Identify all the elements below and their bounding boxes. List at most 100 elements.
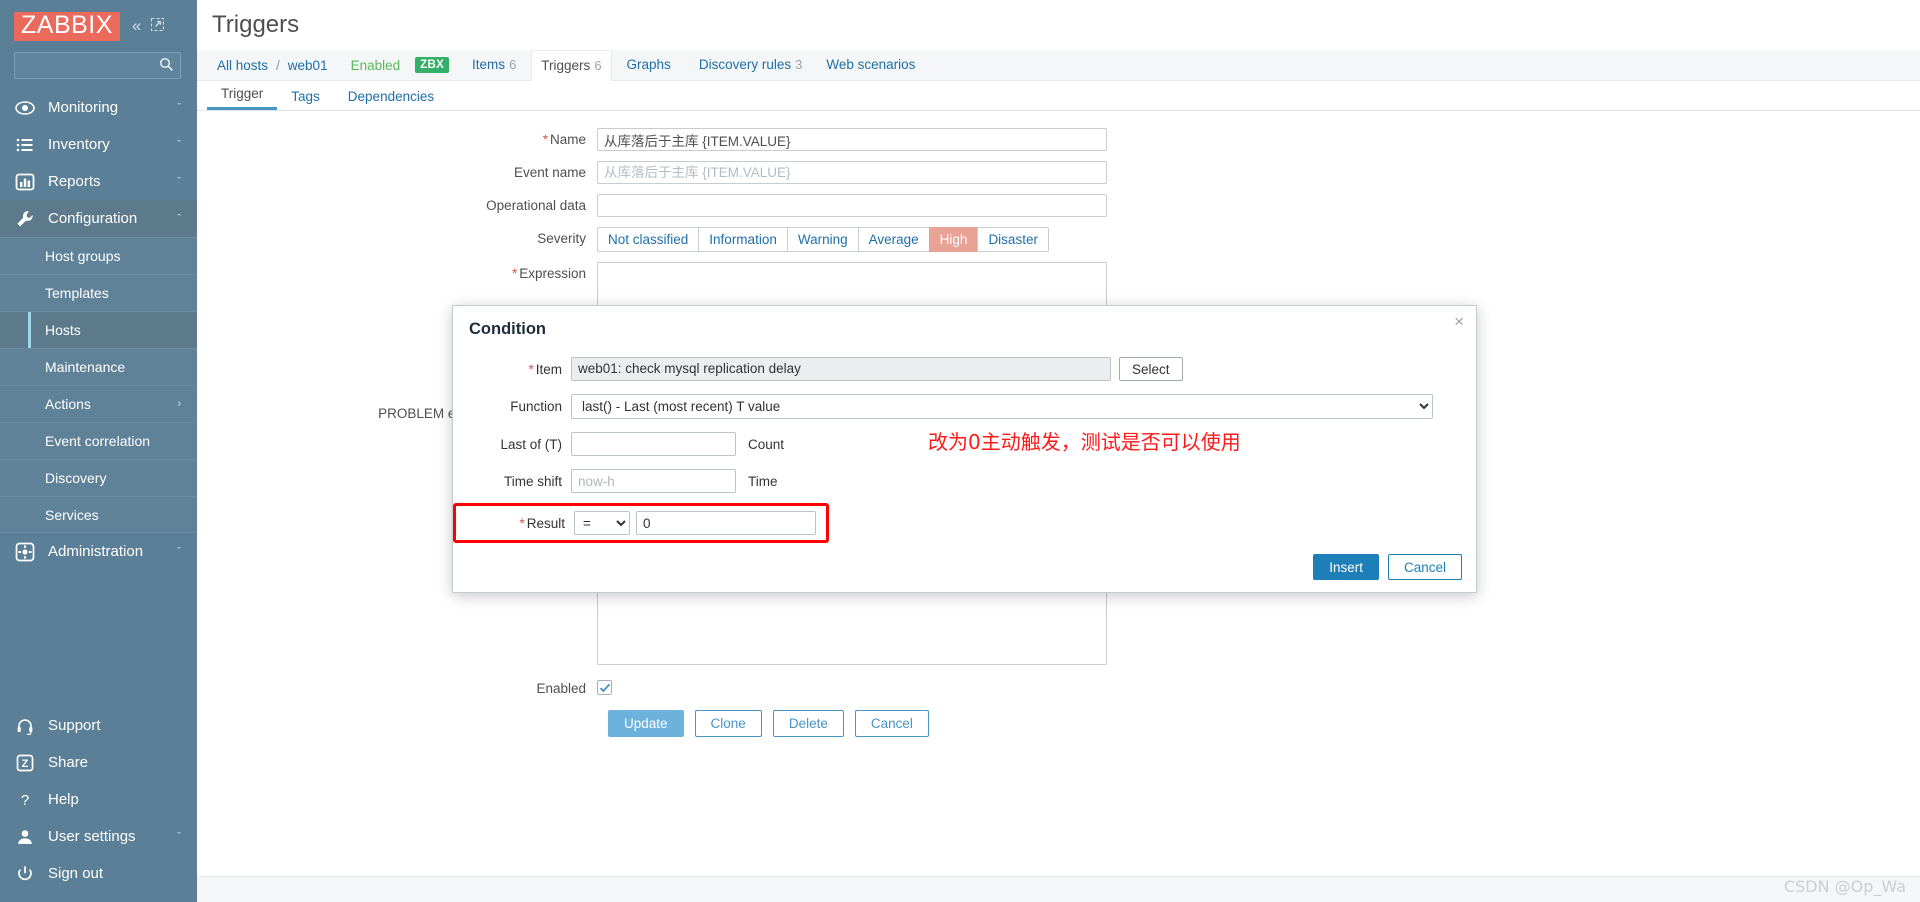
last-of-label: Last of (T) [500,436,562,452]
sidebar-item-configuration[interactable]: Configuration ˆ [0,200,197,237]
question-icon: ? [14,789,35,810]
severity-disaster[interactable]: Disaster [977,227,1049,252]
gear-icon [14,541,35,562]
submenu-label: Event correlation [45,433,151,449]
search-icon[interactable] [159,57,174,72]
tab-trigger[interactable]: Trigger [207,83,278,110]
sidebar-item-maintenance[interactable]: Maintenance [0,348,197,385]
function-label: Function [510,399,562,414]
collapse-sidebar-icon[interactable]: « [132,16,141,36]
chevron-down-icon: ˇ [177,101,181,114]
name-label: * Name [197,128,597,151]
main-content: Triggers All hosts / web01 Enabled ZBX I… [197,0,1920,902]
search-input[interactable] [15,53,180,78]
breadcrumb-tab-items[interactable]: Items 6 [463,50,525,81]
configuration-submenu: Host groups Templates Hosts Maintenance … [0,237,197,533]
dialog-row-time-shift: Time shift Time [453,469,1476,493]
close-icon[interactable]: × [1454,313,1464,330]
submenu-label: Actions [45,396,91,412]
item-value[interactable]: web01: check mysql replication delay [571,357,1111,381]
expression-label: * Expression [197,262,597,285]
result-operator-select[interactable]: = [574,511,630,535]
tab-label: Web scenarios [826,56,916,72]
sidebar-item-share[interactable]: Z Share [0,744,197,781]
chevron-down-icon: ˇ [177,138,181,151]
last-of-input[interactable] [571,432,736,456]
annotation-text: 改为0主动触发，测试是否可以使用 [928,430,1241,454]
cancel-button[interactable]: Cancel [854,710,929,737]
expand-sidebar-icon[interactable] [151,18,165,34]
chevron-up-icon: ˆ [177,212,181,225]
clone-button[interactable]: Clone [694,710,762,737]
result-highlight-box: * Result = [453,503,829,543]
sidebar-item-support[interactable]: Support [0,707,197,744]
sidebar-item-actions[interactable]: Actions › [0,385,197,422]
breadcrumb-tab-web-scenarios[interactable]: Web scenarios [817,50,928,81]
dialog-cancel-button[interactable]: Cancel [1387,554,1462,580]
sidebar-item-help[interactable]: ? Help [0,781,197,818]
page-title: Triggers [212,11,300,38]
watermark: CSDN @Op_Wa [1783,877,1906,896]
zabbix-logo[interactable]: ZABBIX [14,11,120,41]
sidebar-item-sign-out[interactable]: Sign out [0,855,197,892]
sidebar-item-label: Inventory [48,136,110,153]
headset-icon [14,715,35,736]
tab-count: 6 [594,57,602,73]
tab-label: Discovery rules [698,56,792,72]
insert-button[interactable]: Insert [1313,554,1379,580]
function-select[interactable]: last() - Last (most recent) T value [571,394,1433,419]
sidebar-item-discovery[interactable]: Discovery [0,459,197,496]
severity-high[interactable]: High [928,227,978,252]
sidebar-item-event-correlation[interactable]: Event correlation [0,422,197,459]
sidebar-item-hosts[interactable]: Hosts [0,311,197,348]
breadcrumb-host[interactable]: web01 [283,58,333,73]
sidebar-item-inventory[interactable]: Inventory ˇ [0,126,197,163]
sidebar-item-services[interactable]: Services [0,496,197,533]
tab-tags[interactable]: Tags [277,86,334,110]
power-icon [14,863,35,884]
severity-warning[interactable]: Warning [786,227,858,252]
search-box[interactable] [14,52,181,79]
list-icon [14,134,35,155]
breadcrumb-tab-graphs[interactable]: Graphs [618,50,684,81]
enabled-checkbox[interactable] [597,680,612,695]
share-z-icon: Z [14,752,35,773]
severity-not-classified[interactable]: Not classified [597,227,699,252]
result-value-input[interactable] [636,511,816,535]
select-item-button[interactable]: Select [1119,357,1183,381]
sidebar-item-templates[interactable]: Templates [0,274,197,311]
update-button[interactable]: Update [608,710,684,737]
delete-button[interactable]: Delete [772,710,844,737]
breadcrumb-tab-triggers[interactable]: Triggers 6 [531,49,612,81]
sidebar-item-monitoring[interactable]: Monitoring ˇ [0,89,197,126]
enabled-label: Enabled [536,681,586,696]
sidebar-search-wrap [0,48,197,89]
sidebar-item-user-settings[interactable]: User settings ˇ [0,818,197,855]
tab-dependencies[interactable]: Dependencies [334,86,448,110]
label-text: Expression [519,266,586,281]
event-name-input[interactable] [597,161,1107,184]
field-row-operational-data: Operational data [197,194,1920,217]
breadcrumb-tab-discovery-rules[interactable]: Discovery rules 3 [690,50,812,81]
sidebar-item-reports[interactable]: Reports ˇ [0,163,197,200]
chevron-down-icon: ˇ [177,830,181,843]
operational-data-input[interactable] [597,194,1107,217]
severity-information[interactable]: Information [698,227,787,252]
tab-count: 6 [509,56,517,72]
agent-badge: ZBX [415,57,450,73]
time-shift-input[interactable] [571,469,736,493]
submenu-label: Templates [45,285,109,301]
tab-label: Items [472,56,506,72]
page-header: Triggers [197,0,1920,50]
submenu-label: Host groups [45,248,121,264]
dialog-row-function: Function last() - Last (most recent) T v… [453,394,1476,419]
sidebar-item-administration[interactable]: Administration ˇ [0,533,197,570]
dialog-title: Condition [469,320,546,338]
time-shift-unit: Time [748,473,778,489]
label-text: Name [549,132,586,147]
breadcrumb-all-hosts[interactable]: All hosts [212,58,273,73]
sidebar-item-host-groups[interactable]: Host groups [0,237,197,274]
submenu-label: Discovery [45,470,107,486]
name-input[interactable] [597,128,1107,151]
severity-average[interactable]: Average [857,227,929,252]
